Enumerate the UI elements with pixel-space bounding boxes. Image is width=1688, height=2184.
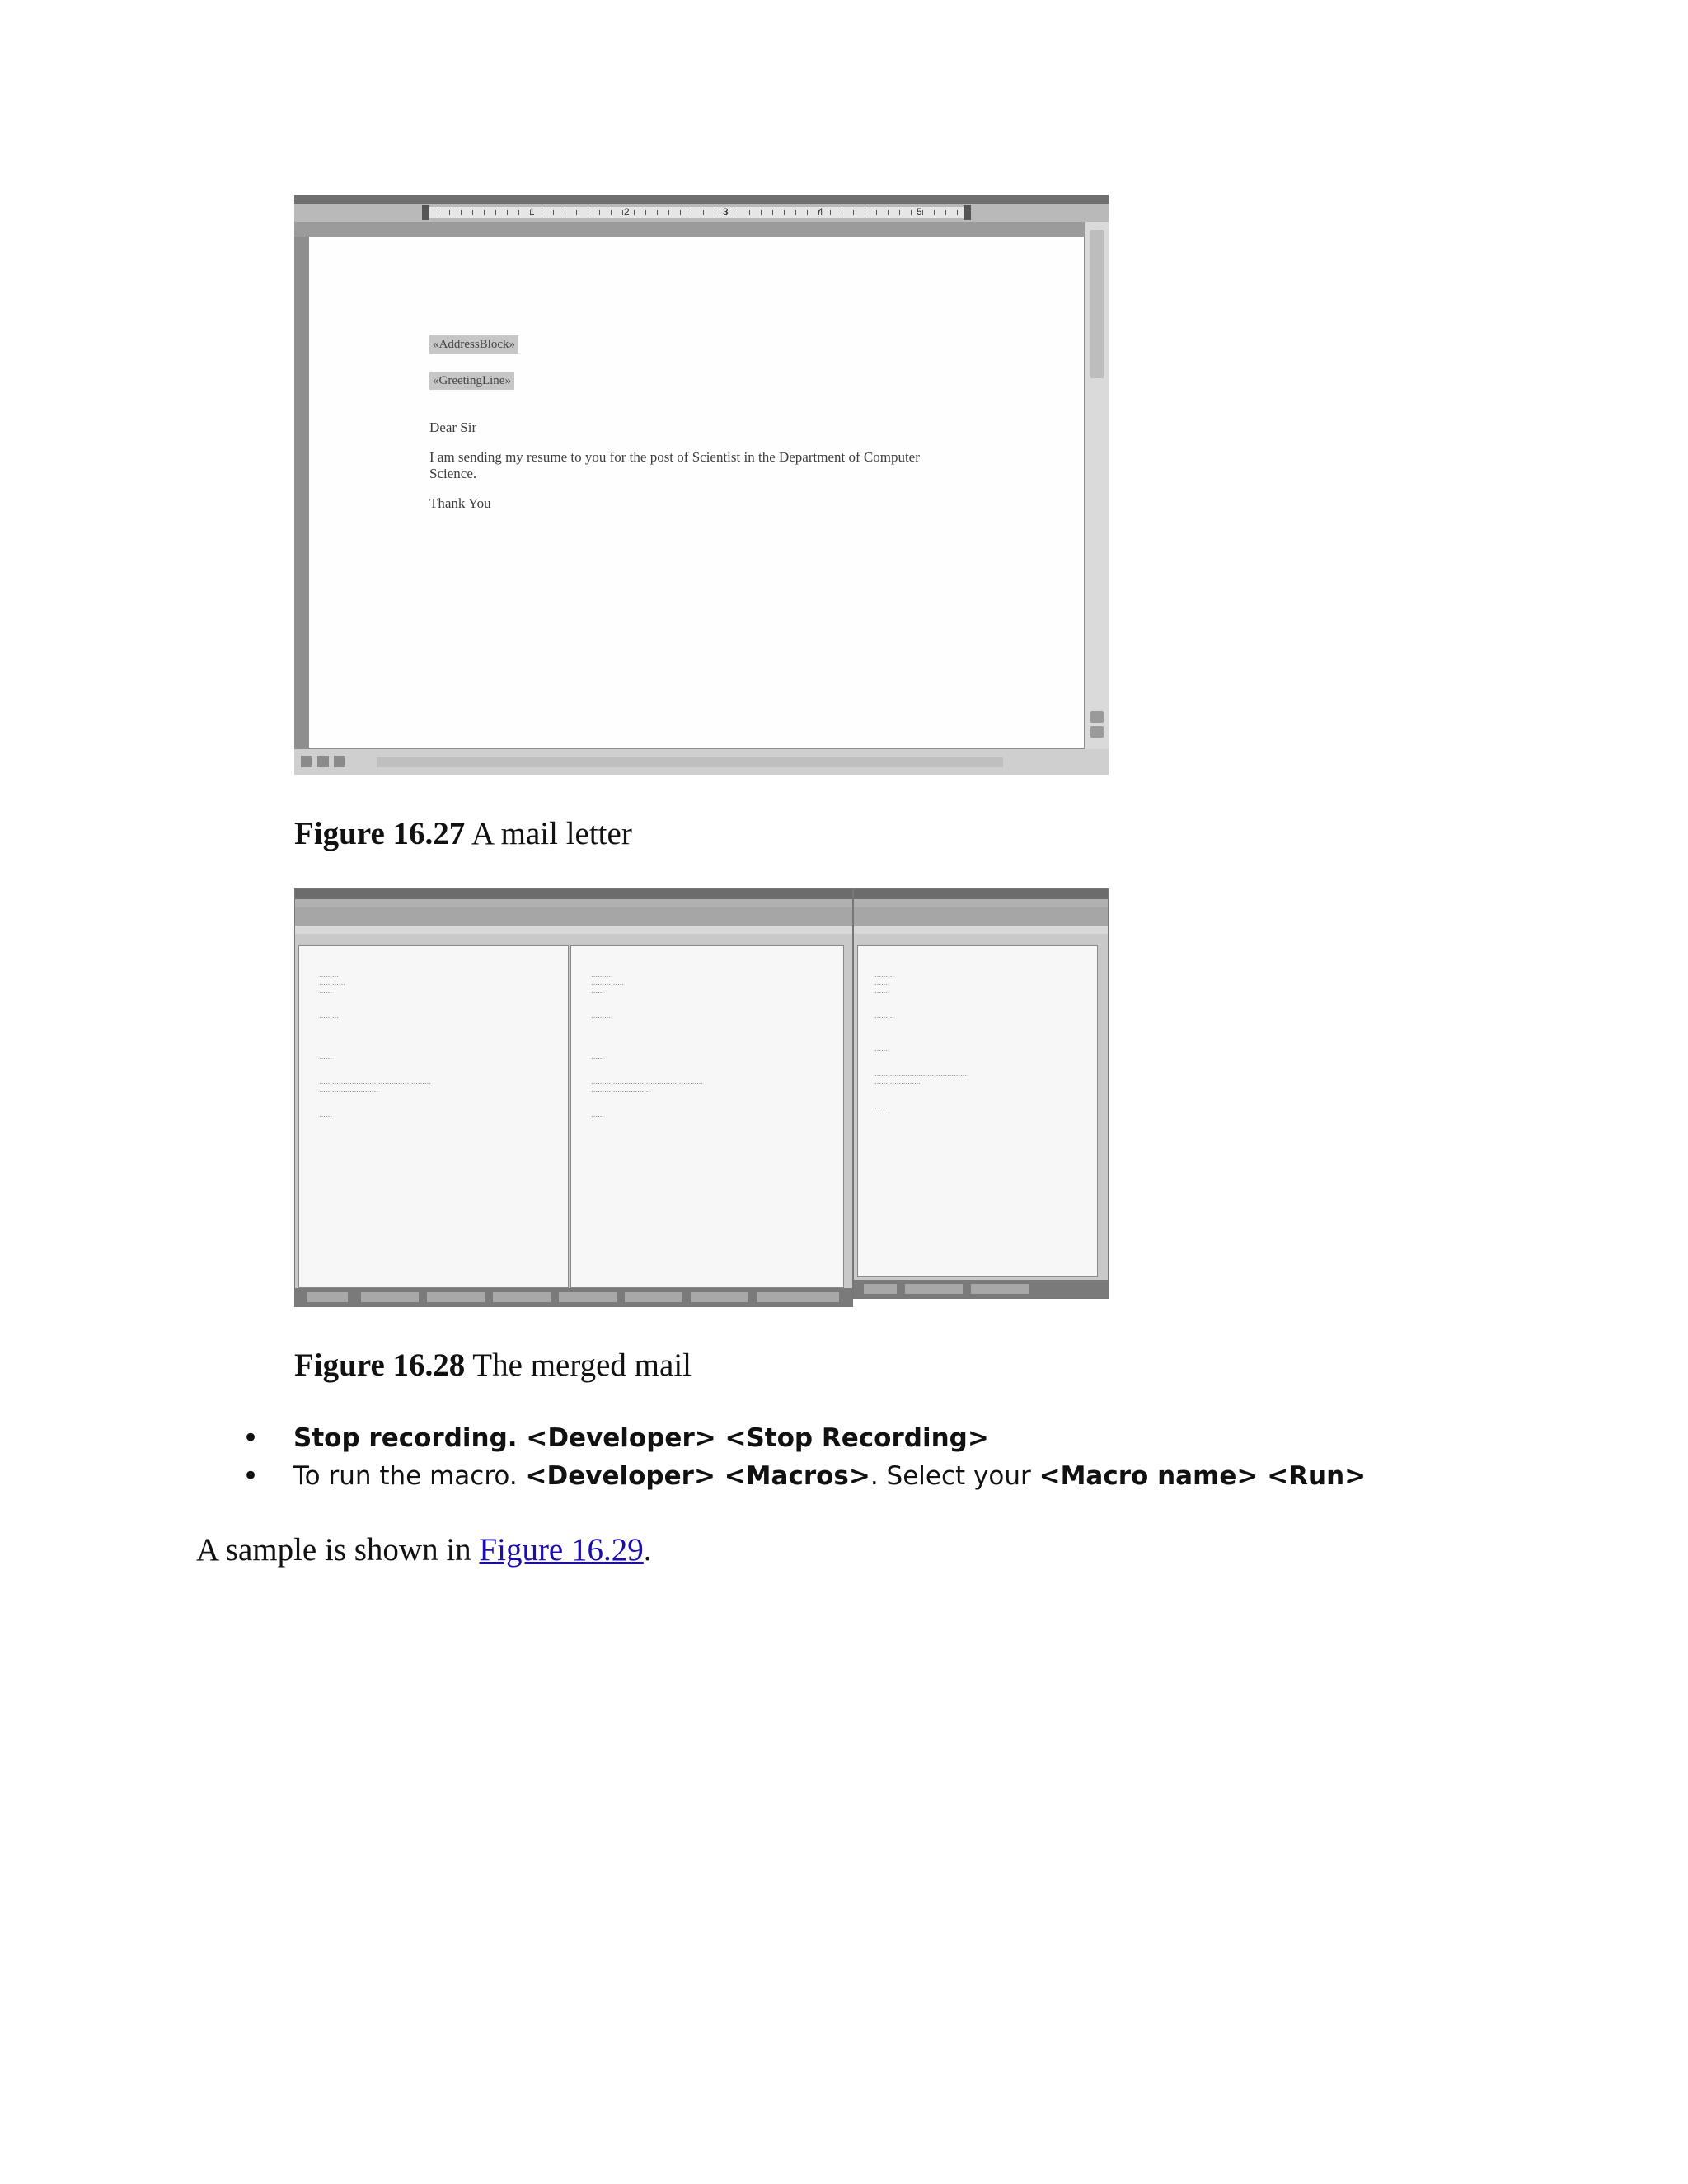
greeting-line-field: «GreetingLine» [429, 372, 514, 390]
view-web-icon[interactable] [317, 756, 329, 767]
scroll-down-arrow-icon[interactable] [1090, 726, 1104, 738]
merged-mail-window-left: ……… ………… …… ……… …… …………………………………………… ………… [294, 888, 853, 1307]
horizontal-ruler: 1 2 3 4 5 [294, 204, 1109, 222]
figure-16-27-caption: Figure 16.27 A mail letter [294, 816, 632, 851]
merged-letter-3: ……… …… …… ……… …… …………………………………… ………………… … [857, 945, 1098, 1277]
figure-16-28-caption: Figure 16.28 The merged mail [294, 1347, 692, 1383]
letter-closing: Thank You [429, 495, 491, 511]
figure-16-27-screenshot: 1 2 3 4 5 «AddressBlock» «GreetingLine» … [294, 195, 1109, 775]
merged-mail-window-right: ……… …… …… ……… …… …………………………………… ………………… … [853, 888, 1109, 1299]
document-page: «AddressBlock» «GreetingLine» Dear Sir I… [309, 237, 1084, 748]
window-top-strip [294, 195, 1109, 204]
instruction-list: Stop recording. <Developer> <Stop Record… [242, 1419, 1366, 1495]
figure-16-29-link[interactable]: Figure 16.29 [479, 1532, 643, 1568]
merged-letter-1: ……… ………… …… ……… …… …………………………………………… ………… [298, 945, 569, 1288]
letter-body-line-1: I am sending my resume to you for the po… [429, 449, 920, 465]
figure-16-28-screenshot: ……… ………… …… ……… …… …………………………………………… ………… [294, 888, 1109, 1307]
indent-marker-icon [422, 205, 429, 220]
right-indent-marker-icon [964, 205, 971, 220]
scrollbar-thumb[interactable] [1090, 230, 1104, 378]
letter-salutation: Dear Sir [429, 419, 477, 435]
view-normal-icon[interactable] [301, 756, 312, 767]
list-item: To run the macro. <Developer> <Macros>. … [242, 1457, 1366, 1495]
start-button[interactable] [307, 1292, 348, 1302]
scroll-up-arrow-icon[interactable] [1090, 711, 1104, 723]
body-paragraph: A sample is shown in Figure 16.29. [196, 1532, 652, 1568]
taskbar [295, 1288, 852, 1306]
letter-body-line-2: Science. [429, 466, 477, 481]
address-block-field: «AddressBlock» [429, 335, 518, 354]
status-bar [294, 749, 1109, 775]
vertical-scrollbar[interactable] [1085, 222, 1109, 749]
merged-letter-2: ……… …………… …… ……… …… …………………………………………… ……… [570, 945, 844, 1288]
horizontal-scrollbar[interactable] [377, 757, 1003, 767]
list-item: Stop recording. <Developer> <Stop Record… [242, 1419, 1366, 1457]
view-print-icon[interactable] [334, 756, 345, 767]
